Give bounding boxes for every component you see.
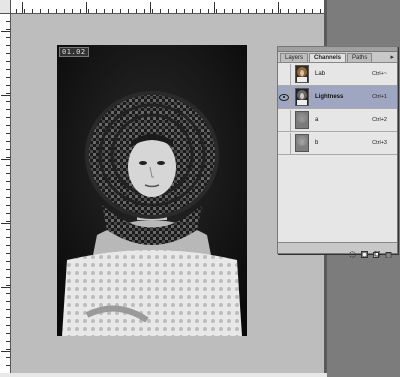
channel-name: a: [315, 117, 319, 123]
ruler-tick: [150, 2, 151, 13]
status-bar: [0, 373, 327, 377]
eye-icon: [279, 93, 289, 101]
thumbnail-image: [296, 66, 308, 82]
horizontal-ruler[interactable]: [0, 0, 325, 14]
channel-shortcut: Ctrl+~: [372, 71, 387, 77]
thumbnail-image: [296, 89, 308, 105]
channel-row-a[interactable]: a Ctrl+2: [278, 109, 397, 132]
channel-name: Lab: [315, 71, 326, 77]
tab-paths[interactable]: Paths: [347, 53, 373, 62]
channel-thumbnail: [295, 111, 309, 129]
ruler-tick: [214, 2, 215, 13]
channel-thumbnail: [295, 88, 309, 106]
channel-shortcut: Ctrl+3: [372, 140, 387, 146]
ruler-tick: [1, 287, 10, 288]
channels-palette[interactable]: Layers Channels Paths ▸ Lab Ctrl+~ Light…: [277, 46, 398, 258]
thumbnail-image: [296, 135, 308, 151]
ruler-tick: [1, 159, 10, 160]
visibility-toggle[interactable]: [278, 63, 291, 85]
save-selection-icon[interactable]: [361, 245, 368, 258]
channel-name: Lightness: [315, 94, 344, 100]
channel-row-b[interactable]: b Ctrl+3: [278, 132, 397, 155]
visibility-toggle[interactable]: [278, 132, 291, 154]
document-image[interactable]: 01.02: [57, 45, 247, 336]
tab-channels[interactable]: Channels: [309, 53, 347, 62]
channel-row-lightness[interactable]: Lightness Ctrl+1: [278, 86, 397, 109]
channel-thumbnail: [295, 134, 309, 152]
ruler-tick: [278, 2, 279, 13]
visibility-toggle[interactable]: [278, 86, 291, 108]
ruler-tick: [1, 223, 10, 224]
palette-tabs: Layers Channels Paths ▸: [278, 52, 397, 63]
channel-thumbnail: [295, 65, 309, 83]
channel-list: Lab Ctrl+~ Lightness Ctrl+1 a Ctrl+2 b C…: [278, 63, 397, 242]
ruler-tick: [1, 95, 10, 96]
channel-shortcut: Ctrl+1: [372, 94, 387, 100]
channel-shortcut: Ctrl+2: [372, 117, 387, 123]
channel-name: b: [315, 140, 319, 146]
tab-layers[interactable]: Layers: [280, 53, 309, 62]
load-selection-icon[interactable]: [349, 245, 356, 258]
zoom-indicator: 01.02: [59, 47, 89, 57]
portrait-photo: [57, 45, 247, 336]
ruler-origin[interactable]: [0, 0, 11, 14]
vertical-ruler[interactable]: [0, 13, 11, 373]
new-channel-icon[interactable]: [373, 245, 381, 258]
palette-menu-icon[interactable]: ▸: [390, 53, 394, 61]
thumbnail-image: [296, 112, 308, 128]
ruler-tick: [22, 2, 23, 13]
visibility-toggle[interactable]: [278, 109, 291, 131]
trash-icon[interactable]: [385, 245, 392, 258]
ruler-tick: [1, 351, 10, 352]
channel-row-lab[interactable]: Lab Ctrl+~: [278, 63, 397, 86]
ruler-tick: [86, 2, 87, 13]
ruler-tick: [1, 31, 10, 32]
palette-footer: [278, 242, 397, 258]
